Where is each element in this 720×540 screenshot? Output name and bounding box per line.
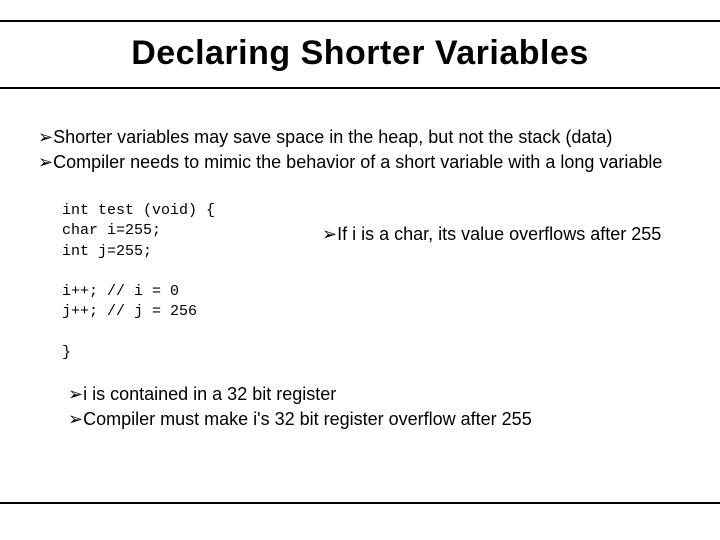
code-column: int test (void) { char i=255; int j=255;… bbox=[38, 201, 298, 363]
bullet-text: i is contained in a 32 bit register bbox=[83, 384, 336, 404]
bottom-bullets: ➢i is contained in a 32 bit register ➢Co… bbox=[68, 383, 682, 430]
arrow-icon: ➢ bbox=[38, 126, 53, 149]
bullet-text: Shorter variables may save space in the … bbox=[53, 127, 612, 147]
arrow-icon: ➢ bbox=[322, 223, 337, 246]
bullet-text: Compiler must make i's 32 bit register o… bbox=[83, 409, 532, 429]
bullet-top-0: ➢Shorter variables may save space in the… bbox=[38, 126, 682, 149]
code-block: int test (void) { char i=255; int j=255;… bbox=[62, 201, 298, 363]
bottom-bullet-1: ➢Compiler must make i's 32 bit register … bbox=[68, 408, 682, 431]
slide-body: ➢Shorter variables may save space in the… bbox=[38, 126, 682, 432]
bullet-text: Compiler needs to mimic the behavior of … bbox=[53, 152, 662, 172]
bullet-text: If i is a char, its value overflows afte… bbox=[337, 224, 661, 244]
slide-title: Declaring Shorter Variables bbox=[0, 34, 720, 73]
footer-divider bbox=[0, 502, 720, 504]
arrow-icon: ➢ bbox=[68, 408, 83, 431]
arrow-icon: ➢ bbox=[68, 383, 83, 406]
title-band: Declaring Shorter Variables bbox=[0, 20, 720, 89]
side-column: ➢If i is a char, its value overflows aft… bbox=[298, 201, 682, 246]
two-column-area: int test (void) { char i=255; int j=255;… bbox=[38, 201, 682, 363]
slide: Declaring Shorter Variables ➢Shorter var… bbox=[0, 0, 720, 540]
bullet-top-1: ➢Compiler needs to mimic the behavior of… bbox=[38, 151, 682, 174]
side-bullet-0: ➢If i is a char, its value overflows aft… bbox=[322, 223, 682, 246]
bottom-bullet-0: ➢i is contained in a 32 bit register bbox=[68, 383, 682, 406]
arrow-icon: ➢ bbox=[38, 151, 53, 174]
